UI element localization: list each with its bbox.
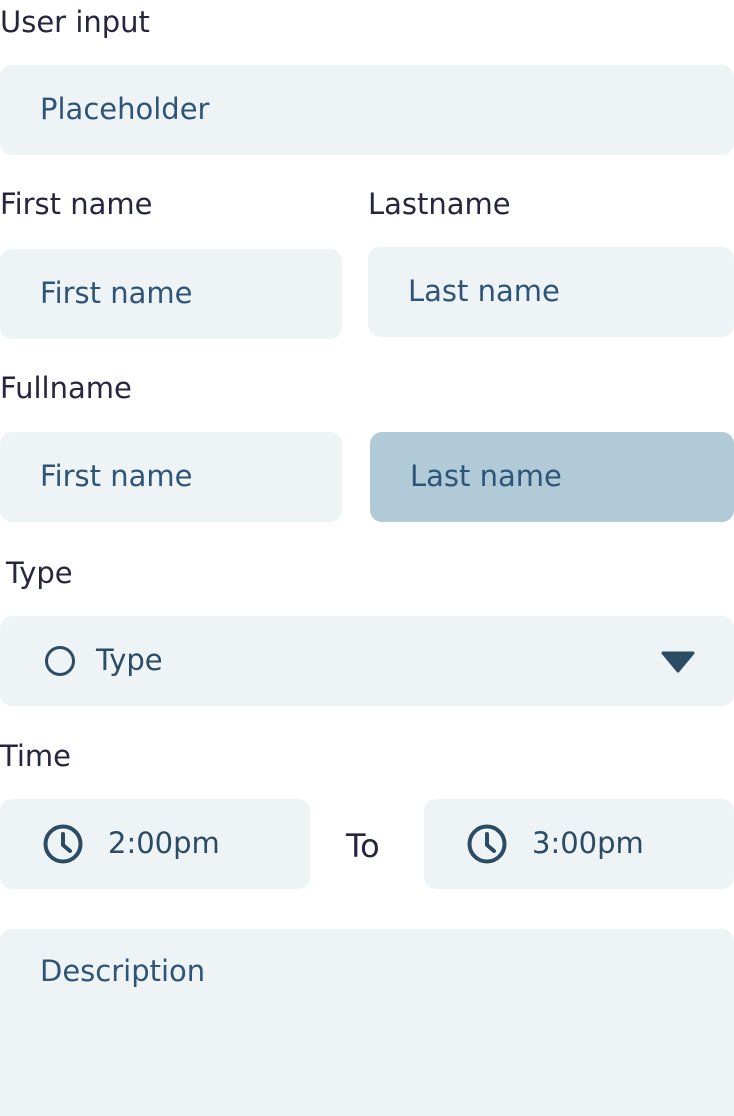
time-from-value: 2:00pm <box>108 826 220 860</box>
fullname-first-field[interactable]: First name <box>0 432 342 522</box>
first-name-placeholder: First name <box>40 276 193 310</box>
circle-outline-icon <box>44 645 76 677</box>
description-textarea[interactable]: Description <box>0 929 734 1116</box>
last-name-field[interactable]: Last name <box>368 247 734 337</box>
fullname-label: Fullname <box>0 371 132 405</box>
clock-icon <box>42 823 84 865</box>
user-input-placeholder: Placeholder <box>40 92 210 126</box>
time-from-field[interactable]: 2:00pm <box>0 799 310 889</box>
last-name-label: Lastname <box>368 187 511 221</box>
time-label: Time <box>0 739 71 773</box>
fullname-last-field[interactable]: Last name <box>370 432 734 522</box>
fullname-first-placeholder: First name <box>40 459 193 493</box>
user-input-field[interactable]: Placeholder <box>0 65 734 155</box>
type-select[interactable]: Type <box>0 616 734 706</box>
first-name-field[interactable]: First name <box>0 249 342 339</box>
clock-icon <box>466 823 508 865</box>
time-to-value: 3:00pm <box>532 826 644 860</box>
fullname-last-placeholder: Last name <box>410 459 562 493</box>
first-name-label: First name <box>0 187 153 221</box>
type-value: Type <box>96 643 163 677</box>
type-label: Type <box>6 556 73 590</box>
time-separator: To <box>346 827 380 865</box>
caret-down-icon <box>660 650 696 674</box>
description-placeholder: Description <box>40 954 206 988</box>
user-input-label: User input <box>0 5 150 39</box>
last-name-placeholder: Last name <box>408 274 560 308</box>
time-to-field[interactable]: 3:00pm <box>424 799 734 889</box>
